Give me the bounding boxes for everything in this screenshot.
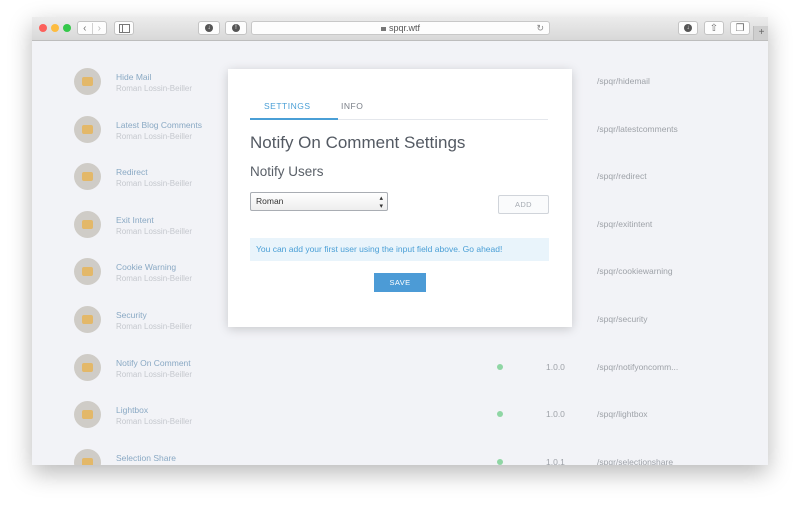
plugin-slug: /spqr/exitintent (597, 218, 653, 229)
plugin-title[interactable]: Cookie Warning (116, 262, 176, 272)
plugin-title[interactable]: Exit Intent (116, 215, 154, 225)
status-dot-icon (497, 458, 503, 465)
tab-info[interactable]: INFO (341, 101, 363, 111)
plugin-slug: /spqr/redirect (597, 171, 647, 182)
tabs-icon[interactable]: ❐ (730, 21, 750, 35)
lock-icon (380, 27, 386, 31)
sidebar-icon[interactable] (114, 21, 134, 35)
settings-modal: SETTINGS INFO Notify On Comment Settings… (228, 69, 572, 327)
plugin-author: Roman Lossin-Beiller (116, 226, 193, 236)
plugin-row[interactable]: Notify On Comment Roman Lossin-Beiller 1.0… (32, 353, 768, 401)
url-text: spqr.wtf (388, 23, 420, 33)
plugin-author: Roman Lossin-Beiller (116, 84, 193, 93)
plugin-icon (74, 163, 101, 191)
save-button[interactable]: SAVE (374, 273, 426, 292)
plugin-row[interactable]: Selection ShareRoman Lossin-Beiller1.0.1… (32, 448, 768, 465)
privacy-icon[interactable]: ! (225, 21, 247, 35)
plugin-slug: /spqr/security (597, 314, 648, 324)
plugin-slug: /spqr/lightbox (597, 409, 648, 420)
minimize-dot-icon[interactable] (51, 24, 59, 32)
plugin-icon (74, 401, 101, 429)
plugin-icon (74, 68, 101, 95)
close-dot-icon[interactable] (39, 24, 47, 32)
plugin-title[interactable]: Latest Blog Comments (116, 120, 202, 130)
user-select[interactable]: Roman ▴ ▾ (250, 192, 388, 211)
download-icon[interactable]: ↓ (678, 21, 698, 35)
plugin-version: 1.0.1 (546, 456, 565, 465)
plugin-slug: /spqr/cookiewarning (597, 266, 673, 277)
plugin-icon (74, 210, 101, 238)
info-message: You can add your first user using the in… (250, 238, 549, 261)
plugin-icon (74, 448, 101, 465)
back-icon[interactable]: ‹ (78, 23, 92, 34)
address-bar[interactable]: spqr.wtf ↻ (251, 21, 550, 35)
share-icon[interactable]: ⇧ (704, 21, 724, 35)
browser-toolbar: ‹ › ↓ ! spqr.wtf ↻ ↓ ⇧ ❐ + (32, 17, 768, 41)
plugin-row[interactable]: Lightbox Roman Lossin-Beiller 1.0.0/spqr/l… (32, 401, 768, 448)
plugin-title[interactable]: Security (116, 310, 147, 320)
plugin-icon (74, 258, 101, 286)
active-tab-indicator (250, 118, 338, 120)
plugin-title[interactable]: Lightbox (116, 405, 148, 415)
plugin-author: Roman Lossin-Beiller (116, 322, 193, 331)
plugin-icon (74, 353, 101, 381)
plugin-title[interactable]: Selection Share (116, 453, 176, 463)
plugin-author: Roman Lossin-Beiller (116, 131, 193, 141)
select-arrows-icon: ▴ ▾ (379, 195, 383, 210)
add-user-button[interactable]: ADD (498, 195, 549, 214)
status-dot-icon (497, 363, 503, 370)
download-icon[interactable]: ↓ (198, 21, 220, 35)
plugin-version: 1.0.0 (546, 361, 565, 372)
modal-heading: Notify On Comment Settings (250, 133, 466, 152)
plugin-author: Roman Lossin-Beiller (116, 417, 193, 427)
plugin-version: 1.0.0 (546, 409, 565, 420)
plugin-author: Roman Lossin-Beiller (116, 369, 193, 379)
history-nav: ‹ › (77, 21, 107, 35)
plugin-icon (74, 306, 101, 333)
zoom-dot-icon[interactable] (63, 24, 71, 32)
tab-settings[interactable]: SETTINGS (264, 101, 311, 111)
reload-icon[interactable]: ↻ (536, 22, 544, 34)
plugin-title[interactable]: Redirect (116, 167, 148, 177)
plugin-slug: /spqr/selectionshare (597, 456, 674, 465)
plugin-title[interactable]: Hide Mail (116, 72, 151, 82)
plugin-slug: /spqr/latestcomments (597, 123, 678, 134)
plugin-icon (74, 115, 101, 143)
new-tab-icon[interactable]: + (753, 26, 768, 40)
plugin-author: Roman Lossin-Beiller (116, 179, 193, 189)
plugin-slug: /spqr/notifyoncomm... (597, 361, 679, 372)
status-dot-icon (497, 411, 503, 418)
user-select-value: Roman (256, 196, 284, 206)
plugin-author: Roman Lossin-Beiller (116, 274, 193, 284)
plugin-title[interactable]: Notify On Comment (116, 358, 191, 368)
modal-subheading: Notify Users (250, 164, 324, 179)
forward-icon[interactable]: › (91, 22, 107, 34)
plugin-slug: /spqr/hidemail (597, 76, 650, 86)
